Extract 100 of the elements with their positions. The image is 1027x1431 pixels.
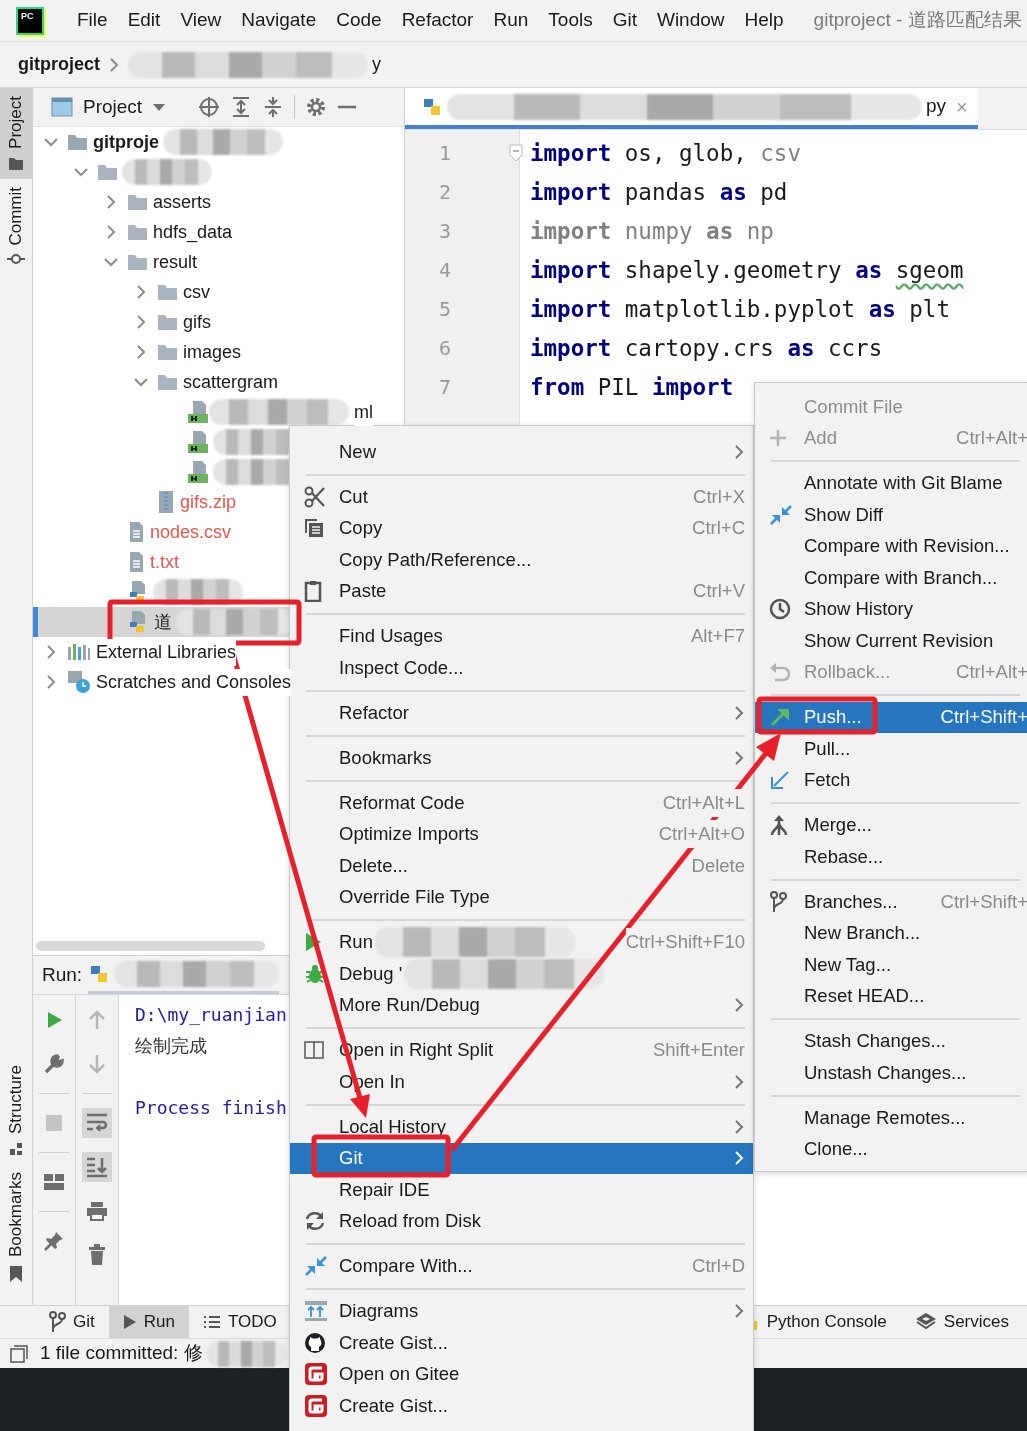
menu-item[interactable]: Run xyxy=(483,6,539,35)
status-icon[interactable] xyxy=(10,1344,28,1363)
scroll-to-end-icon[interactable] xyxy=(82,1152,112,1182)
menu-item[interactable]: Manage Remotes... xyxy=(755,1102,1027,1134)
menu-item[interactable]: Debug ' xyxy=(290,958,753,990)
menu-item[interactable]: Paste Ctrl+V xyxy=(290,575,753,607)
tool-tab[interactable]: Services xyxy=(900,1306,1023,1338)
menu-item[interactable]: Repair IDE xyxy=(290,1174,753,1206)
menu-item[interactable]: Unstash Changes... xyxy=(755,1057,1027,1089)
tree-item[interactable]: ml xyxy=(33,397,373,427)
tree-item[interactable]: asserts xyxy=(33,187,289,217)
menu-item[interactable]: Reformat Code Ctrl+Alt+L xyxy=(290,787,753,819)
side-tab[interactable]: Structure xyxy=(0,1057,32,1164)
menu-item[interactable]: Compare With... Ctrl+D xyxy=(290,1250,753,1282)
code-line: import cartopy.crs as ccrs xyxy=(530,334,883,363)
merge-icon xyxy=(769,814,789,837)
menu-item[interactable]: Refactor xyxy=(391,6,484,35)
menu-item[interactable]: Rebase... xyxy=(755,841,1027,873)
menu-item[interactable]: Annotate with Git Blame xyxy=(755,467,1027,499)
breadcrumb-item[interactable]: gitproject xyxy=(18,51,100,78)
menu-item[interactable]: Bookmarks xyxy=(290,742,753,774)
clock-icon xyxy=(769,598,791,621)
panel-title[interactable]: Project xyxy=(83,92,143,122)
tree-item[interactable]: hdfs_data xyxy=(33,217,289,247)
editor-tab[interactable]: py × xyxy=(405,88,978,129)
tree-item[interactable]: images xyxy=(33,337,289,367)
menu-item[interactable]: Local History xyxy=(290,1111,753,1143)
menu-item[interactable]: Open on Gitee xyxy=(290,1358,753,1390)
menu-item[interactable]: Copy Ctrl+C xyxy=(290,512,753,544)
soft-wrap-icon[interactable] xyxy=(82,1108,112,1138)
menu-item[interactable]: New Branch... xyxy=(755,917,1027,949)
menu-item[interactable]: New xyxy=(290,436,753,468)
locate-icon[interactable] xyxy=(198,96,221,118)
menu-item[interactable]: Git xyxy=(290,1142,753,1174)
menu-item[interactable]: Code xyxy=(326,6,392,35)
tree-item[interactable]: gifs.zip xyxy=(33,487,289,517)
menu-item[interactable]: Help xyxy=(734,6,794,35)
tree-item[interactable]: scattergram xyxy=(33,367,289,397)
fold-marker-icon[interactable] xyxy=(509,144,523,162)
menu-item[interactable]: Run Ctrl+Shift+F10 xyxy=(290,926,753,958)
menu-item[interactable]: Copy Path/Reference... xyxy=(290,544,753,576)
menu-item[interactable]: Show Current Revision xyxy=(755,625,1027,657)
tool-tab[interactable]: Git xyxy=(34,1306,109,1338)
tree-item[interactable]: csv xyxy=(33,277,289,307)
menu-item[interactable]: Window xyxy=(646,6,735,35)
menu-item[interactable]: Pull... xyxy=(755,733,1027,765)
window-title: gitproject - 道路匹配结果 xyxy=(813,8,1022,33)
menu-item[interactable]: Create Gist... xyxy=(290,1327,753,1359)
line-number: 7 xyxy=(438,374,453,401)
menu-item[interactable]: Compare with Revision... xyxy=(755,530,1027,562)
menu-item[interactable]: Edit xyxy=(117,6,171,35)
menu-item[interactable]: Branches... Ctrl+Shift+ xyxy=(755,886,1027,918)
gitee-icon xyxy=(304,1393,328,1418)
menu-item[interactable]: More Run/Debug xyxy=(290,989,753,1021)
menu-item[interactable]: Refactor xyxy=(290,697,753,729)
menu-item[interactable]: Reset HEAD... xyxy=(755,980,1027,1012)
menu-item[interactable]: Clone... xyxy=(755,1133,1027,1165)
tree-item[interactable]: result xyxy=(33,247,289,277)
side-tab[interactable]: Commit xyxy=(0,178,32,274)
menu-item[interactable]: Reload from Disk xyxy=(290,1205,753,1237)
tree-item[interactable]: nodes.csv xyxy=(33,517,289,547)
menu-item[interactable]: Cut Ctrl+X xyxy=(290,481,753,513)
menu-item[interactable]: Merge... xyxy=(755,809,1027,841)
tool-tab[interactable]: Run xyxy=(108,1306,189,1338)
breadcrumb-item[interactable]: y xyxy=(372,51,381,78)
side-tab[interactable]: Project xyxy=(0,88,32,179)
side-tab[interactable]: Bookmarks xyxy=(0,1163,32,1291)
line-number: 5 xyxy=(438,296,453,323)
tree-item[interactable]: gitproje xyxy=(33,127,289,157)
menu-item[interactable]: New Tag... xyxy=(755,949,1027,981)
menu-item[interactable]: Show Diff xyxy=(755,499,1027,531)
menu-item[interactable]: Create Gist... xyxy=(290,1390,753,1422)
menu-item[interactable]: View xyxy=(170,6,232,35)
bookmark-icon xyxy=(9,1265,23,1283)
settings-icon[interactable] xyxy=(305,96,328,118)
tree-item[interactable]: gifs xyxy=(33,307,289,337)
menu-item[interactable]: Navigate xyxy=(231,6,327,35)
text-file-icon xyxy=(127,521,145,543)
scrollbar[interactable] xyxy=(36,941,265,951)
branch-icon xyxy=(769,890,787,913)
menu-item[interactable]: Override File Type xyxy=(290,881,753,913)
menu-item[interactable]: Tools xyxy=(538,6,603,35)
dropdown-caret-icon[interactable] xyxy=(152,102,167,112)
zip-file-icon xyxy=(157,490,175,514)
menu-item[interactable]: Delete... Delete xyxy=(290,850,753,882)
branch-icon xyxy=(48,1311,66,1333)
menu-item[interactable]: Diagrams xyxy=(290,1295,753,1327)
menu-item[interactable]: File xyxy=(67,6,118,35)
menu-item[interactable]: Stash Changes... xyxy=(755,1025,1027,1057)
menu-item[interactable]: Compare with Branch... xyxy=(755,562,1027,594)
run-icon xyxy=(304,932,322,953)
menu-item[interactable]: Show History xyxy=(755,593,1027,625)
tree-item[interactable]: t.txt xyxy=(33,547,289,577)
menu-item[interactable]: Fetch xyxy=(755,764,1027,796)
menu-item[interactable]: Inspect Code... xyxy=(290,652,753,684)
tool-tab[interactable]: TODO xyxy=(188,1306,291,1338)
clipboard-icon xyxy=(304,580,322,603)
menu-item[interactable]: Push... Ctrl+Shift+ xyxy=(755,701,1027,733)
menu-item[interactable]: Git xyxy=(602,6,647,35)
menu-item[interactable]: Optimize Imports Ctrl+Alt+O xyxy=(290,818,753,850)
